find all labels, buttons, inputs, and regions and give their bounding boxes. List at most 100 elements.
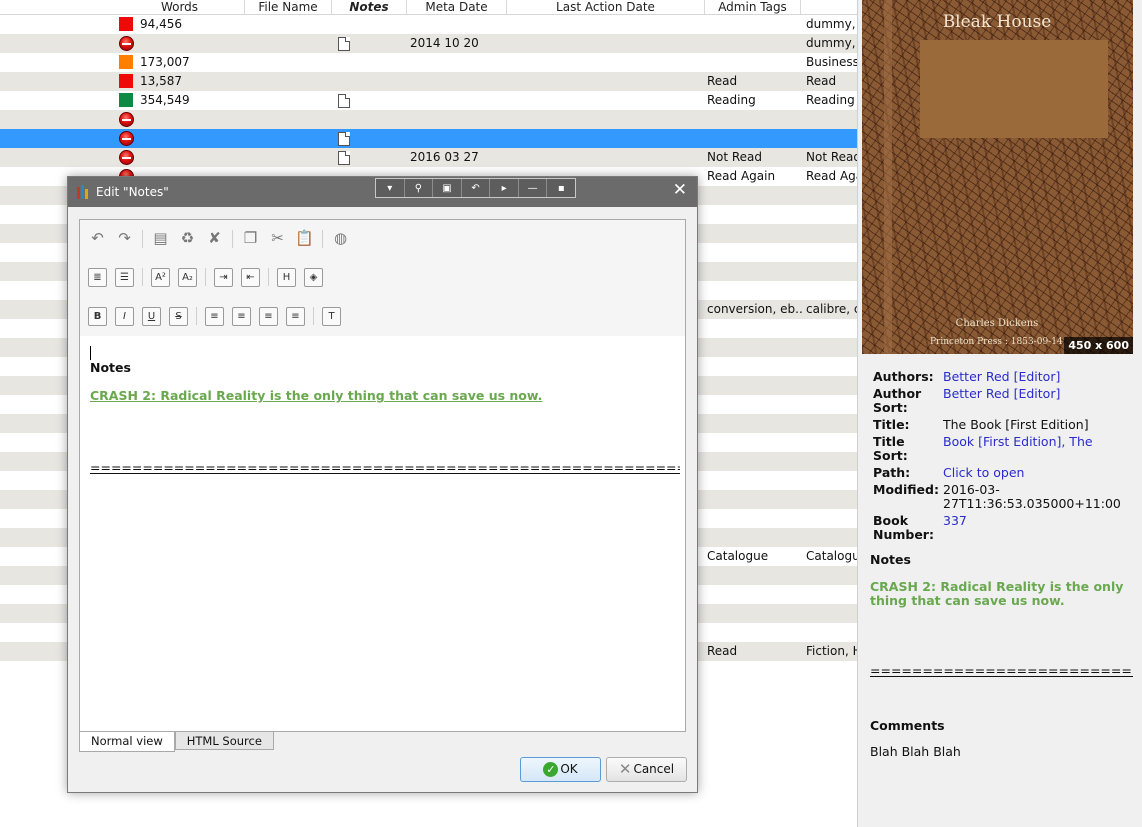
- admin-tags-cell: [707, 205, 802, 224]
- extra-column-cell: [806, 243, 857, 262]
- extra-column-cell: [806, 357, 857, 376]
- unordered-list-icon[interactable]: ☰: [115, 267, 134, 287]
- window-button-2[interactable]: ▣: [433, 179, 462, 197]
- admin-tags-cell: [707, 623, 802, 642]
- cut-icon[interactable]: ✂: [268, 229, 287, 249]
- ordered-list-icon[interactable]: ≣: [88, 267, 107, 287]
- cover-image[interactable]: Bleak House Charles Dickens Princeton Pr…: [862, 0, 1133, 354]
- dialog-title: Edit "Notes": [96, 185, 169, 199]
- horizontal-rule-icon[interactable]: H: [277, 267, 296, 287]
- copy-icon[interactable]: ❐: [241, 229, 260, 249]
- words-cell: [140, 129, 240, 148]
- align-center-icon[interactable]: ≡: [232, 306, 251, 326]
- superscript-icon[interactable]: A²: [151, 267, 170, 287]
- redo-icon[interactable]: ↷: [115, 229, 134, 249]
- table-row[interactable]: [0, 129, 857, 148]
- extra-column-cell: [806, 262, 857, 281]
- indent-icon[interactable]: ⇥: [214, 267, 233, 287]
- status-dot-icon: [119, 131, 134, 146]
- recycle-icon[interactable]: ♻: [178, 229, 197, 249]
- toolbar-separator: [205, 268, 206, 286]
- metadata-value[interactable]: Better Red [Editor]: [943, 370, 1135, 384]
- window-button-6[interactable]: ▪: [547, 179, 575, 197]
- paste-icon[interactable]: 📋: [295, 229, 314, 249]
- dialog-titlebar[interactable]: Edit "Notes" ▾ ⚲ ▣ ↶ ▸ — ▪ ✕: [68, 177, 697, 207]
- window-button-5[interactable]: —: [519, 179, 548, 197]
- column-header-notes[interactable]: Notes: [332, 0, 407, 15]
- admin-tags-cell: [707, 528, 802, 547]
- close-icon[interactable]: ✕: [673, 182, 687, 199]
- extra-column-cell: [806, 433, 857, 452]
- editor-notes-link[interactable]: CRASH 2: Radical Reality is the only thi…: [90, 388, 542, 403]
- paste-special-icon[interactable]: ▤: [151, 229, 170, 249]
- window-button-0[interactable]: ▾: [376, 179, 405, 197]
- admin-tags-cell: [707, 452, 802, 471]
- align-left-icon[interactable]: ≡: [205, 306, 224, 326]
- meta-date-cell: 2016 03 27: [410, 150, 479, 164]
- window-button-4[interactable]: ▸: [490, 179, 519, 197]
- column-header-words[interactable]: Words: [115, 0, 245, 15]
- admin-tags-cell: [707, 34, 802, 53]
- table-row[interactable]: 354,549 Reading Reading: [0, 91, 857, 110]
- column-header-admin-tags[interactable]: Admin Tags: [705, 0, 801, 15]
- toolbar-separator: [232, 230, 233, 248]
- admin-tags-cell: conversion, eb...: [707, 302, 802, 316]
- text-caret: [90, 346, 91, 360]
- extra-column-cell: [806, 528, 857, 547]
- table-row[interactable]: [0, 110, 857, 129]
- text-color-icon[interactable]: T: [322, 306, 341, 326]
- bold-icon[interactable]: B: [88, 306, 107, 326]
- admin-tags-cell: [707, 509, 802, 528]
- table-row[interactable]: 13,587 Read Read: [0, 72, 857, 91]
- toolbar-row: B I U S ≡ ≡ ≡ ≡ T: [88, 305, 349, 327]
- editor-toolbar: ↶ ↷ ▤ ♻ ✘ ❐ ✂ 📋 ◍ ≣ ☰ A² A₂ ⇥ ⇤ H ◈ B I U S ≡ ≡ ≡ ≡ T: [80, 220, 685, 336]
- table-row[interactable]: 2014 10 20 dummy,: [0, 34, 857, 53]
- column-header-file-name[interactable]: File Name: [245, 0, 332, 15]
- toolbar-separator: [268, 268, 269, 286]
- justify-icon[interactable]: ≡: [286, 306, 305, 326]
- tab-html-source[interactable]: HTML Source: [174, 732, 274, 750]
- cancel-label: Cancel: [633, 762, 675, 776]
- insert-image-icon[interactable]: ◈: [304, 267, 323, 287]
- extra-column-cell: [806, 452, 857, 471]
- side-notes-link[interactable]: CRASH 2: Radical Reality is the only thi…: [870, 580, 1132, 608]
- metadata-value[interactable]: 337: [943, 514, 1135, 542]
- strikethrough-icon[interactable]: S: [169, 306, 188, 326]
- extra-column-cell: Catalogu: [806, 549, 857, 563]
- admin-tags-cell: [707, 319, 802, 338]
- metadata-value[interactable]: Book [First Edition], The: [943, 435, 1135, 463]
- table-row[interactable]: 2016 03 27 Not Read Not Read: [0, 148, 857, 167]
- tab-normal-view[interactable]: Normal view: [79, 732, 175, 752]
- color-picker-icon[interactable]: ◍: [331, 229, 350, 249]
- admin-tags-cell: [707, 110, 802, 129]
- subscript-icon[interactable]: A₂: [178, 267, 197, 287]
- ok-button[interactable]: ✓ OK: [520, 757, 601, 782]
- outdent-icon[interactable]: ⇤: [241, 267, 260, 287]
- extra-column-cell: [806, 414, 857, 433]
- table-row[interactable]: 173,007 Business: [0, 53, 857, 72]
- extra-column-cell: [806, 623, 857, 642]
- window-button-3[interactable]: ↶: [462, 179, 491, 197]
- cancel-button[interactable]: ✕ Cancel: [606, 757, 687, 782]
- extra-column-cell: [806, 585, 857, 604]
- status-dot-icon: [119, 112, 134, 127]
- window-button-1[interactable]: ⚲: [405, 179, 434, 197]
- table-row[interactable]: 94,456 dummy,: [0, 15, 857, 34]
- extra-column-cell: Fiction, H: [806, 644, 857, 658]
- admin-tags-cell: [707, 224, 802, 243]
- admin-tags-cell: [707, 604, 802, 623]
- metadata-value[interactable]: Better Red [Editor]: [943, 387, 1135, 415]
- cover-title: Bleak House: [942, 12, 1052, 32]
- align-right-icon[interactable]: ≡: [259, 306, 278, 326]
- italic-icon[interactable]: I: [115, 306, 134, 326]
- clear-format-icon[interactable]: ✘: [205, 229, 224, 249]
- extra-column-cell: [806, 205, 857, 224]
- underline-icon[interactable]: U: [142, 306, 161, 326]
- toolbar-separator: [142, 230, 143, 248]
- notes-editor[interactable]: ↶ ↷ ▤ ♻ ✘ ❐ ✂ 📋 ◍ ≣ ☰ A² A₂ ⇥ ⇤ H ◈ B I U S ≡ ≡ ≡ ≡ T Notes CRASH…: [79, 219, 686, 732]
- undo-icon[interactable]: ↶: [88, 229, 107, 249]
- words-cell: 94,456: [140, 17, 182, 31]
- metadata-value[interactable]: Click to open: [943, 466, 1135, 480]
- column-header-meta-date[interactable]: Meta Date: [407, 0, 507, 15]
- column-header-last-action-date[interactable]: Last Action Date: [507, 0, 705, 15]
